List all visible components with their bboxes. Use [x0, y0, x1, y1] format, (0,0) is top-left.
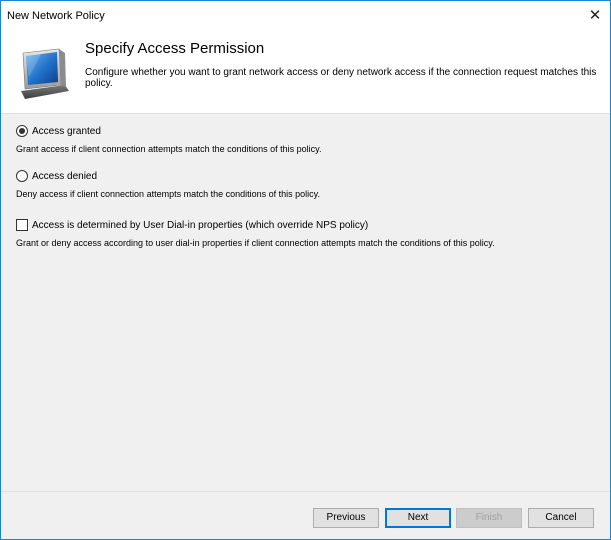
- dialin-properties-checkbox[interactable]: [16, 219, 28, 231]
- access-denied-row[interactable]: Access denied: [16, 169, 320, 183]
- dialog-window: New Network Policy ✕ Specify Access Perm…: [0, 0, 611, 540]
- monitor-icon: [21, 48, 69, 99]
- cancel-button[interactable]: Cancel: [528, 508, 594, 528]
- finish-button: Finish: [456, 508, 522, 528]
- next-button[interactable]: Next: [385, 508, 451, 528]
- option-access-granted: Access granted Grant access if client co…: [16, 124, 321, 154]
- access-denied-radio[interactable]: [16, 170, 28, 182]
- previous-button[interactable]: Previous: [313, 508, 379, 528]
- options-panel: Access granted Grant access if client co…: [1, 113, 610, 492]
- access-granted-label[interactable]: Access granted: [32, 126, 101, 137]
- access-denied-description: Deny access if client connection attempt…: [16, 189, 320, 199]
- window-title: New Network Policy: [7, 10, 105, 22]
- access-denied-label[interactable]: Access denied: [32, 171, 97, 182]
- access-granted-row[interactable]: Access granted: [16, 124, 321, 138]
- button-bar: Previous Next Finish Cancel: [1, 491, 610, 539]
- access-granted-radio[interactable]: [16, 125, 28, 137]
- option-dialin-properties: Access is determined by User Dial-in pro…: [16, 218, 495, 248]
- wizard-header: Specify Access Permission Configure whet…: [1, 31, 610, 113]
- access-granted-description: Grant access if client connection attemp…: [16, 144, 322, 154]
- close-icon[interactable]: ✕: [580, 1, 610, 31]
- dialin-properties-description: Grant or deny access according to user d…: [16, 238, 495, 248]
- page-title: Specify Access Permission: [85, 40, 265, 57]
- option-access-denied: Access denied Deny access if client conn…: [16, 169, 320, 199]
- page-description: Configure whether you want to grant netw…: [85, 67, 597, 89]
- dialin-properties-row[interactable]: Access is determined by User Dial-in pro…: [16, 218, 495, 232]
- dialin-properties-label[interactable]: Access is determined by User Dial-in pro…: [32, 220, 368, 231]
- title-bar[interactable]: New Network Policy ✕: [1, 1, 610, 31]
